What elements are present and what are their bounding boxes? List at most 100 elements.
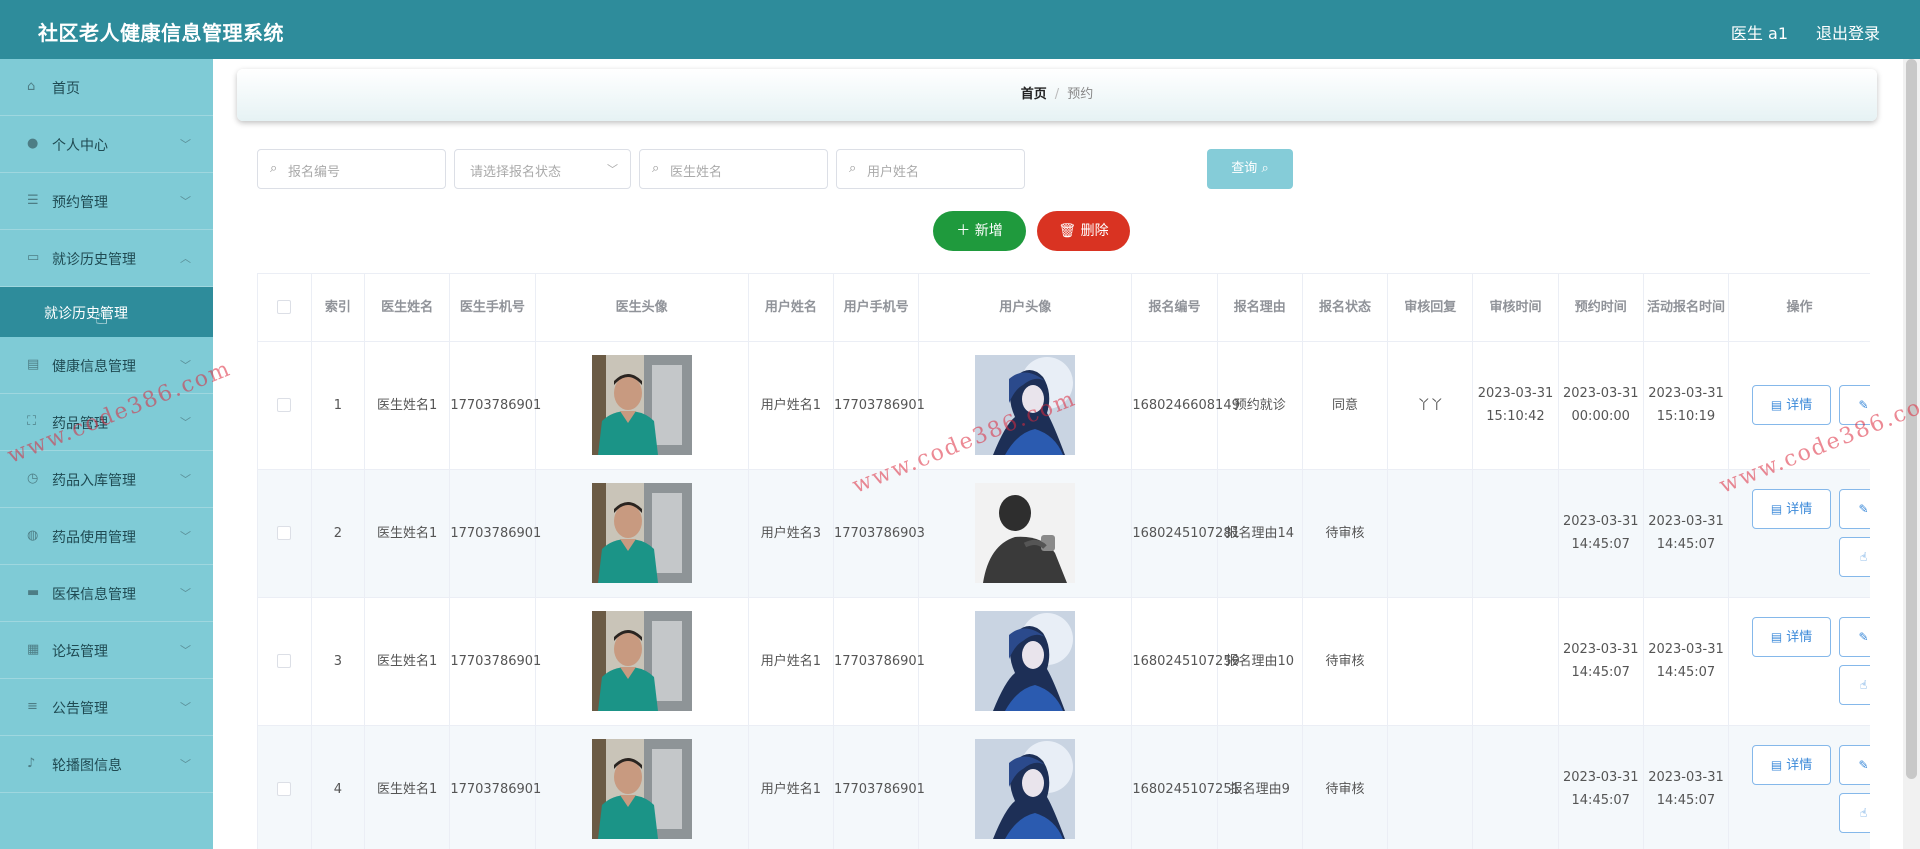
doctor-avatar[interactable] — [592, 355, 692, 455]
user-avatar[interactable] — [975, 739, 1075, 839]
cell-audit-time: 2023-03-31 15:10:42 — [1472, 341, 1559, 470]
cell-reason: 报名理由9 — [1217, 725, 1303, 849]
cell-index: 3 — [311, 597, 366, 726]
cell-user-phone: 17703786901 — [833, 725, 925, 849]
audit-button[interactable]: ☝审核 — [1839, 536, 1870, 577]
logout-link[interactable]: 退出登录 — [1816, 20, 1880, 44]
chevron-down-icon: ﹀ — [180, 138, 191, 151]
scrollbar-thumb[interactable] — [1906, 59, 1917, 779]
search-icon: ⌕ — [652, 161, 660, 176]
current-user: 医生 a1 — [1730, 24, 1788, 43]
add-button[interactable]: ＋ 新增 — [933, 211, 1026, 251]
sidebar-item-2[interactable]: ☰ 预约管理 ﹀ — [0, 173, 213, 230]
cell-reg-time: 2023-03-31 14:45:07 — [1643, 469, 1730, 598]
sidebar-item-1[interactable]: ● 个人中心 ﹀ — [0, 116, 213, 173]
cell-audit-time — [1472, 597, 1559, 726]
sidebar-item-label: 药品入库管理 — [52, 473, 136, 489]
sidebar-item-5[interactable]: ⛶ 药品管理 ﹀ — [0, 394, 213, 451]
vertical-scrollbar[interactable] — [1903, 59, 1920, 849]
sidebar-item-11[interactable]: ♪ 轮播图信息 ﹀ — [0, 736, 213, 793]
cell-reg-time: 2023-03-31 15:10:19 — [1643, 341, 1730, 470]
cell-status: 待审核 — [1302, 469, 1389, 598]
audit-button[interactable]: ☝审核 — [1839, 792, 1870, 833]
column-header: 用户头像 — [918, 274, 1133, 342]
user-name-placeholder: 用户姓名 — [867, 165, 920, 180]
breadcrumb-home[interactable]: 首页 — [1021, 87, 1047, 102]
sidebar-item-4[interactable]: ▤ 健康信息管理 ﹀ — [0, 337, 213, 394]
document-icon: ▤ — [1770, 501, 1783, 516]
doctor-avatar[interactable] — [592, 611, 692, 711]
cell-user-name: 用户姓名3 — [748, 469, 834, 598]
doctor-name-input[interactable]: ⌕ 医生姓名 — [639, 149, 828, 189]
row-select-cell — [258, 469, 312, 598]
sidebar-item-8[interactable]: ▬ 医保信息管理 ﹀ — [0, 565, 213, 622]
cell-reply: 丫丫 — [1387, 341, 1474, 470]
checkbox[interactable] — [277, 654, 292, 668]
detail-button[interactable]: ▤ 详情 — [1752, 384, 1832, 425]
monitor-icon: ▬ — [27, 585, 40, 600]
column-header: 医生手机号 — [449, 274, 536, 342]
doctor-avatar[interactable] — [592, 483, 692, 583]
edit-button[interactable]: ✎修改 — [1839, 744, 1870, 785]
document-icon: ▤ — [1770, 629, 1783, 644]
sidebar-item-0[interactable]: ⌂ 首页 — [0, 59, 213, 116]
sidebar-subitem-active[interactable]: 就诊历史管理 — [0, 287, 213, 337]
column-header: 预约时间 — [1558, 274, 1644, 342]
cell-reg-no: 1680245107251 — [1131, 725, 1240, 849]
query-button[interactable]: 查询 ⌕ — [1207, 149, 1293, 189]
cell-reg-time: 2023-03-31 14:45:07 — [1643, 725, 1730, 849]
cell-doctor-avatar — [535, 597, 749, 726]
checkbox[interactable] — [277, 526, 292, 540]
doctor-avatar[interactable] — [592, 739, 692, 839]
delete-button[interactable]: 🗑 删除 — [1037, 211, 1130, 251]
cell-status: 同意 — [1302, 341, 1389, 470]
cell-index: 2 — [311, 469, 366, 598]
user-avatar[interactable] — [975, 483, 1075, 583]
checkbox[interactable] — [277, 300, 292, 315]
edit-button[interactable]: ✎修改 — [1839, 488, 1870, 529]
cell-status: 待审核 — [1302, 725, 1389, 849]
sidebar: ⌂ 首页 ● 个人中心 ﹀ ☰ 预约管理 ﹀ ▭ 就诊历史管理 ︿ 就诊历史管理 ▤ 健康信息管理 ﹀ ⛶ 药品… — [0, 59, 213, 849]
cell-doctor-name: 医生姓名1 — [364, 597, 451, 726]
edit-icon: ✎ — [1858, 757, 1869, 772]
audit-button[interactable]: ☝审核 — [1839, 664, 1870, 705]
app-title: 社区老人健康信息管理系统 — [38, 21, 284, 45]
edit-button[interactable]: ✎修改 — [1839, 616, 1870, 657]
user-avatar[interactable] — [975, 355, 1075, 455]
column-header: 活动报名时间 — [1643, 274, 1730, 342]
user-name-input[interactable]: ⌕ 用户姓名 — [836, 149, 1025, 189]
row-select-cell — [258, 597, 312, 726]
reg-no-input[interactable]: ⌕ 报名编号 — [257, 149, 446, 189]
query-label: 查询 — [1231, 161, 1258, 176]
column-header: 操作 — [1728, 274, 1870, 342]
checkbox[interactable] — [277, 398, 292, 412]
microphone-icon: ♪ — [27, 756, 36, 771]
sidebar-item-10[interactable]: ≡ 公告管理 ﹀ — [0, 679, 213, 736]
detail-button-label: 详情 — [1786, 501, 1813, 517]
sidebar-item-9[interactable]: ▦ 论坛管理 ﹀ — [0, 622, 213, 679]
chevron-down-icon: ﹀ — [607, 163, 618, 176]
sidebar-item-label: 预约管理 — [52, 195, 108, 211]
edit-icon: ✎ — [1858, 397, 1869, 412]
cell-doctor-avatar — [535, 469, 749, 598]
sidebar-item-6[interactable]: ◷ 药品入库管理 ﹀ — [0, 451, 213, 508]
sidebar-item-label: 个人中心 — [52, 138, 108, 154]
sidebar-item-label: 轮播图信息 — [52, 758, 122, 774]
sidebar-item-3[interactable]: ▭ 就诊历史管理 ︿ — [0, 230, 213, 287]
sidebar-item-7[interactable]: ◍ 药品使用管理 ﹀ — [0, 508, 213, 565]
detail-button[interactable]: ▤ 详情 — [1752, 488, 1832, 529]
user-avatar[interactable] — [975, 611, 1075, 711]
chevron-down-icon: ﹀ — [180, 758, 191, 771]
detail-button[interactable]: ▤ 详情 — [1752, 616, 1832, 657]
sidebar-subitem-label: 就诊历史管理 — [44, 306, 128, 322]
cell-audit-time — [1472, 469, 1559, 598]
detail-button[interactable]: ▤ 详情 — [1752, 744, 1832, 785]
status-select[interactable]: 请选择报名状态 ﹀ — [454, 149, 631, 189]
table-header-row: 索引 医生姓名 医生手机号 医生头像 用户姓名 用户手机号 用户头像 报名编号 报名理由 报名状态… — [258, 274, 1870, 342]
column-header: 索引 — [311, 274, 366, 342]
edit-button[interactable]: ✎修改 — [1839, 384, 1870, 425]
reg-no-placeholder: 报名编号 — [288, 165, 341, 180]
header-select-all[interactable] — [258, 274, 312, 342]
checkbox[interactable] — [277, 782, 292, 796]
cell-doctor-name: 医生姓名1 — [364, 469, 451, 598]
